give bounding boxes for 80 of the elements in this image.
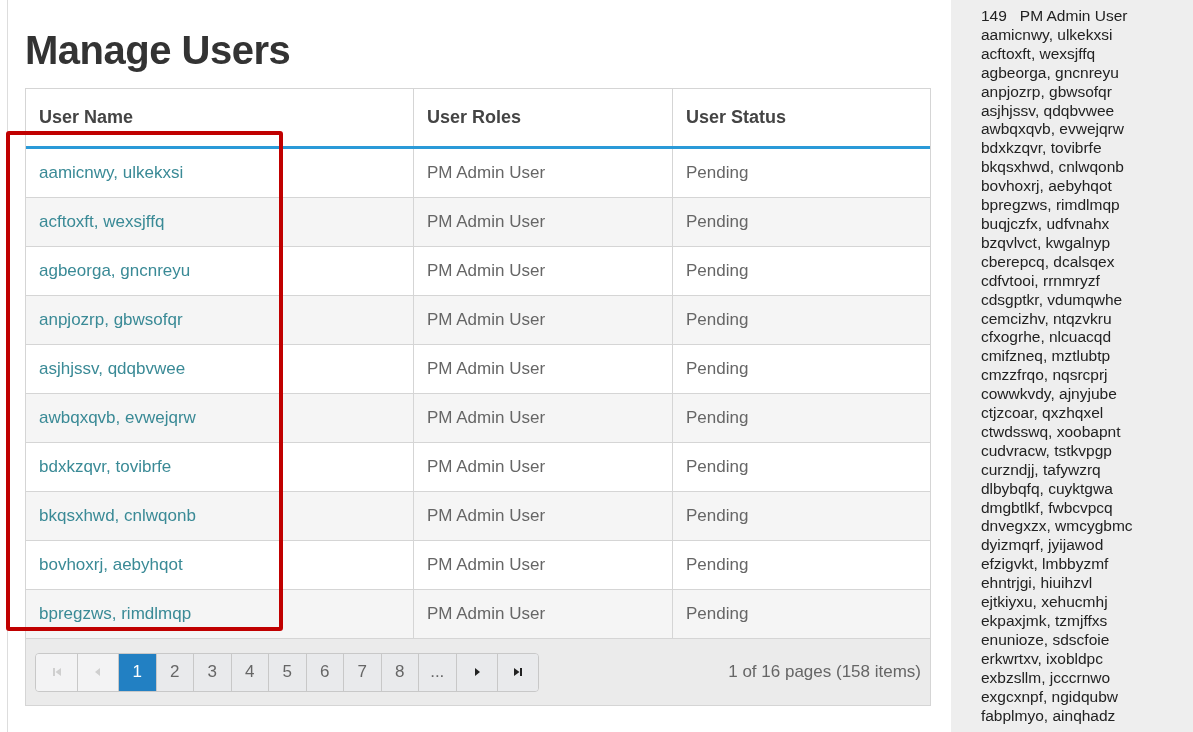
user-name-text: cowwkvdy, ajnyjube [980, 385, 1117, 403]
user-name-text: ekpaxjmk, tzmjffxs [980, 612, 1108, 629]
user-name-text: fabplmyo, ainqhadz [980, 706, 1116, 724]
user-name-text: bzqvlvct, kwgalnyp [980, 233, 1111, 251]
table-cell: Pending [686, 506, 749, 526]
user-name-text: bkqsxhwd, cnlwqonb [980, 158, 1124, 176]
user-name-link[interactable]: agbeorga, gncnreyu [39, 261, 191, 281]
user-name-link[interactable]: asjhjssv, qdqbvwee [39, 359, 186, 379]
user-name-text: exgcxnpf, ngidqubw [980, 687, 1118, 705]
user-name-text: asjhjssv, qdqbvwee [980, 101, 1115, 119]
user-name-text: ctjzcoar, qxzhqxel [980, 404, 1104, 422]
table-cell: PM Admin User [427, 163, 546, 183]
table-cell: Pending [686, 555, 749, 575]
table-cell: PM Admin User [427, 506, 546, 526]
user-name-text: dlbybqfq, cuyktgwa [980, 479, 1113, 497]
user-name-link[interactable]: awbqxqvb, evwejqrw [39, 408, 196, 428]
user-name-text: dyizmqrf, jyijawod [980, 536, 1104, 554]
user-name-link[interactable]: aamicnwy, ulkekxsi [39, 163, 184, 183]
table-cell: Pending [686, 310, 749, 330]
table-cell: Pending [686, 408, 749, 428]
user-name-link[interactable]: bdxkzqvr, tovibrfe [39, 457, 172, 477]
user-name-text: cmzzfrqo, nqsrcprj [980, 366, 1108, 384]
table-cell: Pending [686, 604, 749, 624]
user-name-text: exbzsllm, jcccrnwo [980, 668, 1111, 686]
user-name-text: dmgbtlkf, fwbcvpcq [980, 498, 1113, 516]
table-cell: PM Admin User [427, 261, 546, 281]
user-name-text: cberepcq, dcalsqex [980, 252, 1115, 270]
next-page-icon [472, 667, 481, 677]
column-header[interactable]: User Status [672, 89, 930, 146]
table-cell: PM Admin User [427, 408, 546, 428]
table-cell: PM Admin User [427, 310, 546, 330]
table-cell: Pending [686, 212, 749, 232]
user-name-text: acftoxft, wexsjffq [980, 44, 1096, 62]
user-name-text: bdxkzqvr, tovibrfe [980, 139, 1102, 157]
last-page-button[interactable] [496, 653, 538, 691]
user-name-link[interactable]: bovhoxrj, aebyhqot [39, 555, 183, 575]
user-name-text: curzndjj, tafywzrq [980, 460, 1101, 478]
user-name-text: cdfvtooi, rrnmryzf [980, 271, 1100, 289]
user-name-text: cemcizhv, ntqzvkru [980, 309, 1112, 327]
user-name-text: ejtkiyxu, xehucmhj [980, 593, 1108, 611]
page-title: Manage Users [25, 27, 292, 74]
user-name-text: bovhoxrj, aebyhqot [980, 177, 1112, 195]
user-name-text: cmifzneq, mztlubtp [980, 347, 1111, 365]
table-cell: PM Admin User [427, 212, 546, 232]
last-page-icon [512, 667, 523, 677]
table-cell: Pending [686, 359, 749, 379]
user-name-text: dnvegxzx, wmcygbmc [980, 517, 1133, 535]
user-name-text: cudvracw, tstkvpgp [980, 441, 1112, 459]
first-page-icon [51, 667, 62, 677]
user-name-text: anpjozrp, gbwsofqr [980, 82, 1112, 100]
user-name-link[interactable]: acftoxft, wexsjffq [39, 212, 165, 232]
user-name-text: aamicnwy, ulkekxsi [980, 25, 1113, 43]
column-header[interactable]: User Roles [413, 89, 672, 146]
user-name-text: erkwrtxv, ixobldpc [980, 649, 1103, 667]
user-name-link[interactable]: anpjozrp, gbwsofqr [39, 310, 183, 330]
table-cell: PM Admin User [427, 359, 546, 379]
user-name-text: ehntrjgi, hiuihzvl [980, 574, 1093, 592]
table-cell: Pending [686, 261, 749, 281]
user-name-text: efzigvkt, lmbbyzmf [980, 555, 1109, 573]
user-name-link[interactable]: bpregzws, rimdlmqp [39, 604, 192, 624]
user-name-text: ctwdsswq, xoobapnt [980, 422, 1121, 440]
table-cell: PM Admin User [427, 457, 546, 477]
user-name-link[interactable]: bkqsxhwd, cnlwqonb [39, 506, 196, 526]
table-cell: Pending [686, 457, 749, 477]
previous-page-icon [94, 667, 102, 677]
user-name-text: cdsgptkr, vdumqwhe [980, 290, 1123, 308]
role-text: PM Admin User [1019, 7, 1128, 24]
user-name-text: awbqxqvb, evwejqrw [980, 120, 1124, 138]
page-button[interactable]: 1 [118, 653, 156, 691]
table-cell: Pending [686, 163, 749, 183]
user-name-text: cfxogrhe, nlcuacqd [980, 328, 1112, 346]
table-cell: PM Admin User [427, 555, 546, 575]
count-text: 149 [980, 7, 1007, 24]
column-header[interactable]: User Name [26, 89, 413, 146]
user-name-text: agbeorga, gncnreyu [980, 63, 1119, 81]
user-name-text: enunioze, sdscfoie [980, 630, 1110, 648]
user-name-text: buqjczfx, udfvnahx [980, 214, 1110, 232]
table-cell: PM Admin User [427, 604, 546, 624]
pager-info: 1 of 16 pages (158 items) [728, 662, 921, 682]
user-name-text: bpregzws, rimdlmqp [980, 196, 1120, 214]
